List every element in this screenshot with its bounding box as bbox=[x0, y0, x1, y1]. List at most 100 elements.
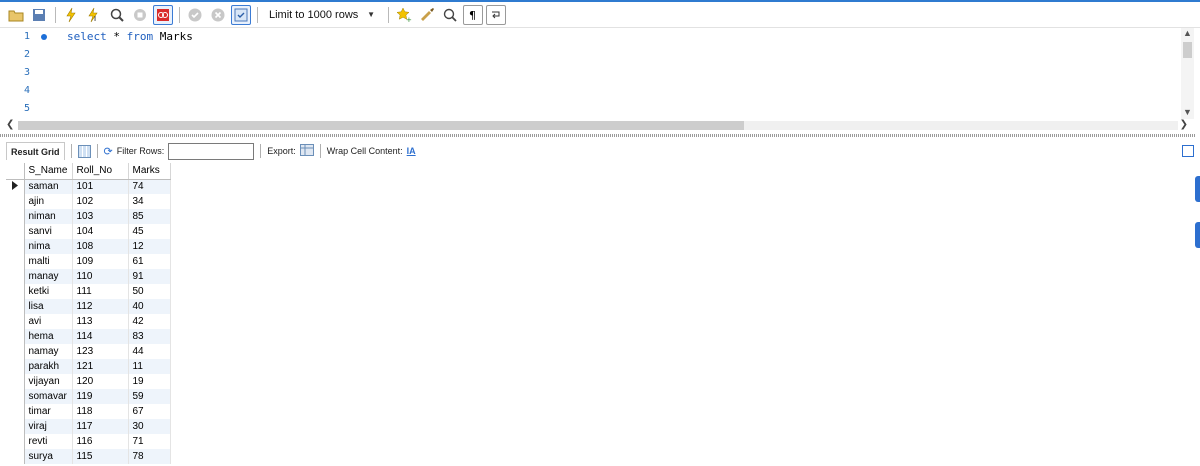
table-row[interactable]: saman 101 74 bbox=[6, 179, 171, 194]
wrap-icon[interactable] bbox=[486, 4, 506, 25]
rollback-icon[interactable] bbox=[208, 5, 228, 25]
table-cell-roll-no[interactable]: 109 bbox=[72, 254, 129, 269]
chevron-up-icon[interactable]: ▲ bbox=[1181, 28, 1194, 40]
table-row[interactable]: namay 123 44 bbox=[6, 344, 171, 359]
table-cell-marks[interactable]: 83 bbox=[128, 329, 171, 344]
column-header[interactable]: Roll_No bbox=[72, 163, 129, 180]
table-cell-s-name[interactable]: lisa bbox=[24, 299, 73, 314]
table-cell-marks[interactable]: 50 bbox=[128, 284, 171, 299]
table-row[interactable]: vijayan 120 19 bbox=[6, 374, 171, 389]
table-row[interactable]: nima 108 12 bbox=[6, 239, 171, 254]
table-row[interactable]: niman 103 85 bbox=[6, 209, 171, 224]
filter-rows-input[interactable] bbox=[168, 142, 255, 160]
commit-icon[interactable] bbox=[185, 5, 205, 25]
table-cell-s-name[interactable]: saman bbox=[24, 179, 73, 194]
find-icon[interactable] bbox=[440, 5, 460, 25]
row-indicator[interactable] bbox=[6, 344, 25, 359]
table-cell-roll-no[interactable]: 117 bbox=[72, 419, 129, 434]
table-cell-marks[interactable]: 40 bbox=[128, 299, 171, 314]
wrap-text-icon[interactable]: IA bbox=[407, 146, 416, 156]
table-cell-marks[interactable]: 61 bbox=[128, 254, 171, 269]
code-line[interactable]: select * from Marks bbox=[67, 30, 193, 43]
table-cell-roll-no[interactable]: 102 bbox=[72, 194, 129, 209]
table-cell-s-name[interactable]: avi bbox=[24, 314, 73, 329]
table-row[interactable]: sanvi 104 45 bbox=[6, 224, 171, 239]
table-row[interactable]: manay 110 91 bbox=[6, 269, 171, 284]
column-header[interactable]: Marks bbox=[128, 163, 171, 180]
row-indicator[interactable] bbox=[6, 419, 25, 434]
table-cell-roll-no[interactable]: 110 bbox=[72, 269, 129, 284]
refresh-icon[interactable]: ⟳ bbox=[104, 145, 113, 158]
chevron-right-icon[interactable]: ❯ bbox=[1180, 119, 1188, 130]
row-indicator[interactable] bbox=[6, 404, 25, 419]
table-row[interactable]: lisa 112 40 bbox=[6, 299, 171, 314]
table-cell-s-name[interactable]: manay bbox=[24, 269, 73, 284]
table-cell-s-name[interactable]: sanvi bbox=[24, 224, 73, 239]
table-cell-marks[interactable]: 91 bbox=[128, 269, 171, 284]
side-panel-tab[interactable] bbox=[1195, 222, 1200, 248]
table-cell-roll-no[interactable]: 112 bbox=[72, 299, 129, 314]
table-row[interactable]: ajin 102 34 bbox=[6, 194, 171, 209]
panel-toggle-icon[interactable] bbox=[1182, 145, 1194, 157]
side-panel-tab[interactable] bbox=[1195, 176, 1200, 202]
table-row[interactable]: timar 118 67 bbox=[6, 404, 171, 419]
table-row[interactable]: somavar 119 59 bbox=[6, 389, 171, 404]
autocommit-icon[interactable] bbox=[231, 4, 251, 25]
table-cell-s-name[interactable]: revti bbox=[24, 434, 73, 449]
table-row[interactable]: revti 116 71 bbox=[6, 434, 171, 449]
table-cell-s-name[interactable]: surya bbox=[24, 449, 73, 464]
row-indicator[interactable] bbox=[6, 329, 25, 344]
scrollbar-thumb[interactable] bbox=[18, 121, 744, 130]
table-cell-marks[interactable]: 78 bbox=[128, 449, 171, 464]
table-cell-marks[interactable]: 12 bbox=[128, 239, 171, 254]
table-cell-roll-no[interactable]: 118 bbox=[72, 404, 129, 419]
table-cell-roll-no[interactable]: 113 bbox=[72, 314, 129, 329]
table-cell-roll-no[interactable]: 101 bbox=[72, 179, 129, 194]
table-cell-roll-no[interactable]: 114 bbox=[72, 329, 129, 344]
scrollbar-thumb[interactable] bbox=[1183, 42, 1192, 58]
table-cell-marks[interactable]: 67 bbox=[128, 404, 171, 419]
beautify-star-icon[interactable]: + bbox=[394, 5, 414, 25]
table-cell-s-name[interactable]: ajin bbox=[24, 194, 73, 209]
row-indicator[interactable] bbox=[6, 239, 25, 254]
editor-horizontal-scrollbar[interactable]: ❮ ❯ bbox=[0, 119, 1200, 132]
export-icon[interactable] bbox=[299, 144, 314, 158]
table-cell-marks[interactable]: 42 bbox=[128, 314, 171, 329]
table-cell-marks[interactable]: 59 bbox=[128, 389, 171, 404]
table-cell-marks[interactable]: 11 bbox=[128, 359, 171, 374]
table-cell-s-name[interactable]: viraj bbox=[24, 419, 73, 434]
table-row[interactable]: parakh 121 11 bbox=[6, 359, 171, 374]
row-indicator[interactable] bbox=[6, 389, 25, 404]
row-indicator[interactable] bbox=[6, 299, 25, 314]
table-cell-s-name[interactable]: hema bbox=[24, 329, 73, 344]
row-indicator[interactable] bbox=[6, 284, 25, 299]
table-cell-s-name[interactable]: malti bbox=[24, 254, 73, 269]
table-cell-roll-no[interactable]: 104 bbox=[72, 224, 129, 239]
table-cell-roll-no[interactable]: 108 bbox=[72, 239, 129, 254]
table-cell-s-name[interactable]: nima bbox=[24, 239, 73, 254]
row-indicator[interactable] bbox=[6, 449, 25, 464]
table-cell-marks[interactable]: 34 bbox=[128, 194, 171, 209]
table-cell-marks[interactable]: 19 bbox=[128, 374, 171, 389]
table-cell-s-name[interactable]: somavar bbox=[24, 389, 73, 404]
explain-magnifier-icon[interactable] bbox=[107, 5, 127, 25]
table-cell-roll-no[interactable]: 121 bbox=[72, 359, 129, 374]
chevron-down-icon[interactable]: ▼ bbox=[1181, 107, 1194, 119]
table-row[interactable]: viraj 117 30 bbox=[6, 419, 171, 434]
table-cell-roll-no[interactable]: 111 bbox=[72, 284, 129, 299]
limit-rows-select[interactable]: Limit to 1000 rows ▼ bbox=[265, 6, 379, 24]
current-row-arrow-icon[interactable] bbox=[6, 179, 25, 194]
table-cell-marks[interactable]: 30 bbox=[128, 419, 171, 434]
execute-cursor-icon[interactable]: I bbox=[84, 5, 104, 25]
pane-splitter[interactable] bbox=[0, 134, 1196, 137]
invisible-chars-icon[interactable]: ¶ bbox=[463, 4, 483, 25]
table-cell-roll-no[interactable]: 123 bbox=[72, 344, 129, 359]
stop-icon[interactable] bbox=[130, 5, 150, 25]
execute-lightning-icon[interactable] bbox=[61, 5, 81, 25]
table-cell-s-name[interactable]: ketki bbox=[24, 284, 73, 299]
chevron-left-icon[interactable]: ❮ bbox=[6, 119, 14, 130]
save-icon[interactable] bbox=[29, 5, 49, 25]
row-indicator[interactable] bbox=[6, 224, 25, 239]
table-row[interactable]: malti 109 61 bbox=[6, 254, 171, 269]
grid-view-icon[interactable] bbox=[77, 144, 91, 158]
